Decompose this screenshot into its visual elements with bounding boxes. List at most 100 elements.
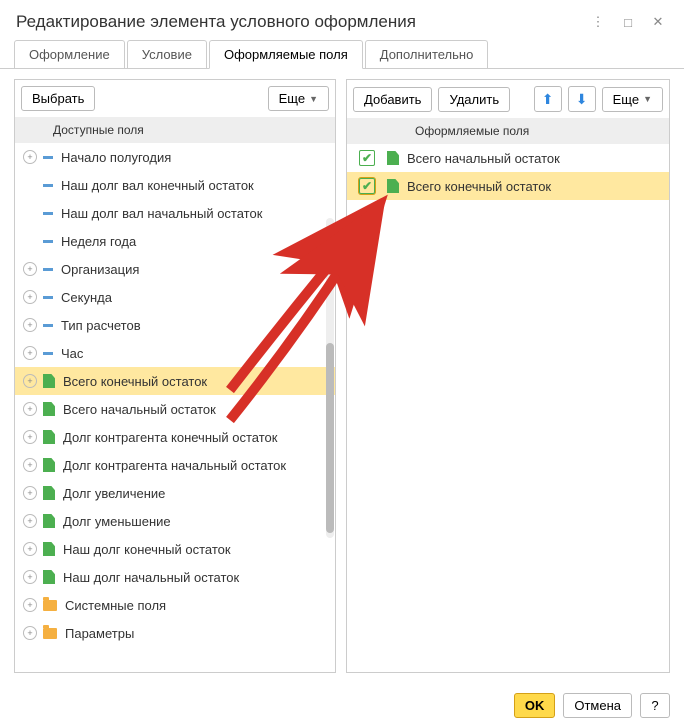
more-button-right[interactable]: Еще▼	[602, 87, 663, 112]
expander-icon[interactable]: +	[23, 430, 37, 444]
resource-icon	[43, 430, 55, 444]
expander-icon[interactable]: +	[23, 598, 37, 612]
cancel-button[interactable]: Отмена	[563, 693, 632, 718]
tree-item[interactable]: Наш долг вал конечный остаток	[15, 171, 335, 199]
more-button-left[interactable]: Еще▼	[268, 86, 329, 111]
resource-icon	[43, 374, 55, 388]
tree-item[interactable]: + Организация	[15, 255, 335, 283]
expander-icon[interactable]: +	[23, 570, 37, 584]
tree-item-label: Секунда	[61, 290, 112, 305]
expander-icon[interactable]: +	[23, 346, 37, 360]
tree-item[interactable]: +Начало полугодия	[15, 143, 335, 171]
tree-item[interactable]: + Системные поля	[15, 591, 335, 619]
expander-icon	[23, 206, 37, 220]
list-item[interactable]: ✔Всего конечный остаток	[347, 172, 669, 200]
tab-oformlyaemye-polya[interactable]: Оформляемые поля	[209, 40, 363, 69]
tree-item-label: Параметры	[65, 626, 134, 641]
move-up-button[interactable]: ⬆	[534, 86, 562, 112]
tree-item-label: Наш долг вал начальный остаток	[61, 206, 262, 221]
expander-icon[interactable]: +	[23, 542, 37, 556]
tree-item[interactable]: Неделя года	[15, 227, 335, 255]
field-icon	[43, 352, 53, 355]
checkbox[interactable]: ✔	[359, 150, 375, 166]
list-item[interactable]: ✔ Всего начальный остаток	[347, 144, 669, 172]
close-icon[interactable]: ✕	[648, 12, 668, 32]
resource-icon	[43, 514, 55, 528]
tree-item[interactable]: + Секунда	[15, 283, 335, 311]
tree-item[interactable]: + Всего начальный остаток	[15, 395, 335, 423]
select-button[interactable]: Выбрать	[21, 86, 95, 111]
arrow-up-icon: ⬆	[542, 91, 554, 108]
content: Выбрать Еще▼ Доступные поля +Начало полу…	[0, 69, 684, 683]
field-icon	[43, 212, 53, 215]
tree-item-label: Долг контрагента конечный остаток	[63, 430, 277, 445]
expander-icon[interactable]: +	[23, 318, 37, 332]
tree-item[interactable]: + Наш долг конечный остаток	[15, 535, 335, 563]
field-icon	[43, 184, 53, 187]
resource-icon	[43, 402, 55, 416]
tab-oformlenie[interactable]: Оформление	[14, 40, 125, 68]
tree-item-label: Всего начальный остаток	[63, 402, 216, 417]
tree-item-label: Долг контрагента начальный остаток	[63, 458, 286, 473]
scrollbar-thumb[interactable]	[326, 343, 334, 533]
checkmark-icon: ✔	[362, 179, 372, 193]
tree-item[interactable]: + Долг контрагента начальный остаток	[15, 451, 335, 479]
move-down-button[interactable]: ⬇	[568, 86, 596, 112]
expander-icon[interactable]: +	[23, 290, 37, 304]
folder-icon	[43, 600, 57, 611]
expander-icon[interactable]: +	[23, 458, 37, 472]
tab-uslovie[interactable]: Условие	[127, 40, 207, 68]
field-icon	[43, 296, 53, 299]
footer: OK Отмена ?	[0, 683, 684, 728]
expander-icon[interactable]: +	[23, 626, 37, 640]
resource-icon	[43, 486, 55, 500]
checkmark-icon: ✔	[362, 151, 372, 165]
toolbar-right: Добавить Удалить ⬆ ⬇ Еще▼	[347, 80, 669, 118]
tree-item[interactable]: +Тип расчетов	[15, 311, 335, 339]
tree-item-label: Системные поля	[65, 598, 166, 613]
maximize-icon[interactable]: □	[618, 12, 638, 32]
tree-item-label: Неделя года	[61, 234, 136, 249]
expander-icon[interactable]: +	[23, 262, 37, 276]
ok-button[interactable]: OK	[514, 693, 556, 718]
add-button[interactable]: Добавить	[353, 87, 432, 112]
expander-icon[interactable]: +	[23, 374, 37, 388]
expander-icon[interactable]: +	[23, 514, 37, 528]
tree-item-label: Наш долг начальный остаток	[63, 570, 239, 585]
expander-icon	[23, 178, 37, 192]
tree-item[interactable]: + Долг уменьшение	[15, 507, 335, 535]
resource-icon	[43, 458, 55, 472]
titlebar: Редактирование элемента условного оформл…	[0, 0, 684, 40]
delete-button[interactable]: Удалить	[438, 87, 510, 112]
tree-item[interactable]: +Час	[15, 339, 335, 367]
resource-icon	[43, 570, 55, 584]
list-formatted-fields[interactable]: ✔ Всего начальный остаток ✔Всего конечный …	[347, 144, 669, 672]
tree-item[interactable]: + Параметры	[15, 619, 335, 647]
menu-icon[interactable]: ⋮	[588, 12, 608, 32]
field-icon	[43, 240, 53, 243]
header-available-fields: Доступные поля	[15, 117, 335, 143]
tree-item[interactable]: +Долг увеличение	[15, 479, 335, 507]
field-icon	[43, 268, 53, 271]
expander-icon[interactable]: +	[23, 402, 37, 416]
panel-formatted-fields: Добавить Удалить ⬆ ⬇ Еще▼ Оформляемые по…	[346, 79, 670, 673]
checkbox[interactable]: ✔	[359, 178, 375, 194]
tree-item-label: Долг уменьшение	[63, 514, 171, 529]
tree-item[interactable]: Наш долг вал начальный остаток	[15, 199, 335, 227]
window: Редактирование элемента условного оформл…	[0, 0, 684, 728]
tree-item-label: Организация	[61, 262, 139, 277]
tree-available-fields[interactable]: +Начало полугодияНаш долг вал конечный о…	[15, 143, 335, 672]
resource-icon	[387, 179, 399, 193]
tree-item[interactable]: +Всего конечный остаток	[15, 367, 335, 395]
tab-dopolnitelno[interactable]: Дополнительно	[365, 40, 489, 68]
field-icon	[43, 324, 53, 327]
tree-item[interactable]: + Долг контрагента конечный остаток	[15, 423, 335, 451]
tabs: Оформление Условие Оформляемые поля Допо…	[0, 40, 684, 69]
expander-icon[interactable]: +	[23, 486, 37, 500]
tree-item[interactable]: + Наш долг начальный остаток	[15, 563, 335, 591]
expander-icon[interactable]: +	[23, 150, 37, 164]
list-item-label: Всего начальный остаток	[407, 151, 560, 166]
help-button[interactable]: ?	[640, 693, 670, 718]
tree-item-label: Наш долг конечный остаток	[63, 542, 231, 557]
chevron-down-icon: ▼	[643, 94, 652, 104]
